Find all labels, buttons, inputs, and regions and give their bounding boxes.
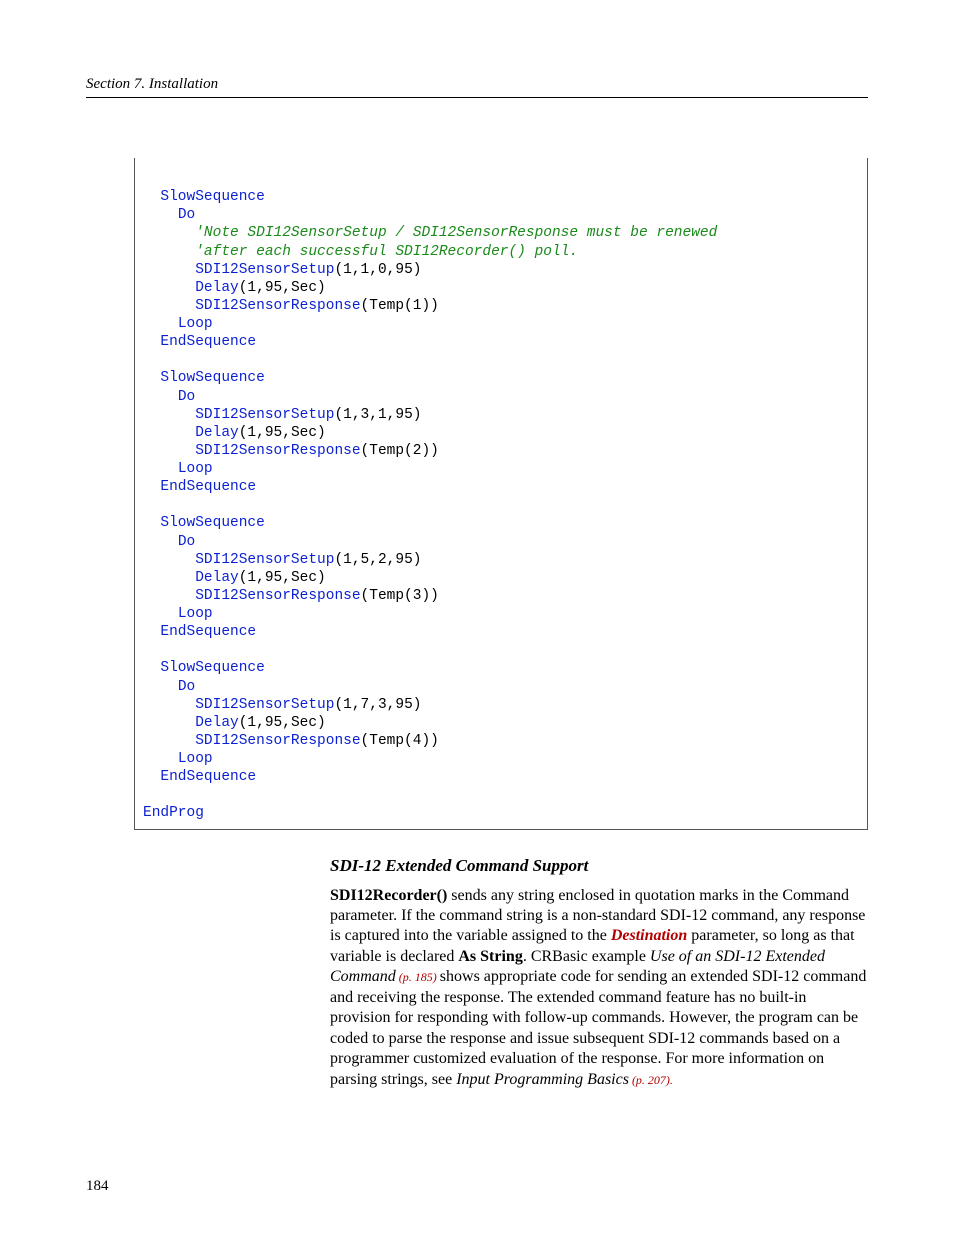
code-line: Do xyxy=(143,389,195,405)
code-listing: SlowSequence Do 'Note SDI12SensorSetup /… xyxy=(134,158,868,830)
destination-keyword: Destination xyxy=(611,927,687,944)
func-name: SDI12Recorder() xyxy=(330,887,447,904)
body-paragraph: SDI12Recorder() sends any string enclose… xyxy=(330,886,868,1091)
code-comment: 'after each successful SDI12Recorder() p… xyxy=(143,244,578,260)
code-line: EndSequence xyxy=(143,479,256,495)
code-line: Loop xyxy=(143,461,213,477)
code-line: Delay(1,95,Sec) xyxy=(143,425,326,441)
code-line: SlowSequence xyxy=(143,660,265,676)
code-line: SDI12SensorSetup(1,7,3,95) xyxy=(143,697,421,713)
code-line: SDI12SensorResponse(Temp(3)) xyxy=(143,588,439,604)
input-basics-title: Input Programming Basics xyxy=(456,1071,629,1088)
code-line: EndSequence xyxy=(143,334,256,350)
code-comment: 'Note SDI12SensorSetup / SDI12SensorResp… xyxy=(143,225,717,241)
page-ref-link[interactable]: (p. 207). xyxy=(629,1073,673,1087)
code-line: Delay(1,95,Sec) xyxy=(143,280,326,296)
page-header: Section 7. Installation xyxy=(86,76,868,98)
code-line: Delay(1,95,Sec) xyxy=(143,715,326,731)
code-line: Do xyxy=(143,679,195,695)
code-line: Loop xyxy=(143,316,213,332)
code-line: EndProg xyxy=(143,805,204,821)
code-line: Loop xyxy=(143,606,213,622)
code-line: SDI12SensorSetup(1,3,1,95) xyxy=(143,407,421,423)
code-line: Do xyxy=(143,207,195,223)
as-string-keyword: As String xyxy=(458,948,522,965)
code-line: SDI12SensorResponse(Temp(1)) xyxy=(143,298,439,314)
section-heading: SDI-12 Extended Command Support xyxy=(330,856,868,876)
code-line: SDI12SensorResponse(Temp(2)) xyxy=(143,443,439,459)
para-text: . CRBasic example xyxy=(523,948,650,965)
code-line: EndSequence xyxy=(143,769,256,785)
code-line: Delay(1,95,Sec) xyxy=(143,570,326,586)
code-line: EndSequence xyxy=(143,624,256,640)
code-line: SlowSequence xyxy=(143,370,265,386)
code-line: Do xyxy=(143,534,195,550)
page-number: 184 xyxy=(86,1178,109,1195)
code-line: Loop xyxy=(143,751,213,767)
code-line: SDI12SensorSetup(1,5,2,95) xyxy=(143,552,421,568)
code-line: SlowSequence xyxy=(143,515,265,531)
code-line: SDI12SensorSetup(1,1,0,95) xyxy=(143,262,421,278)
code-line: SDI12SensorResponse(Temp(4)) xyxy=(143,733,439,749)
page-ref-link[interactable]: (p. 185) xyxy=(396,970,440,984)
code-line: SlowSequence xyxy=(143,189,265,205)
